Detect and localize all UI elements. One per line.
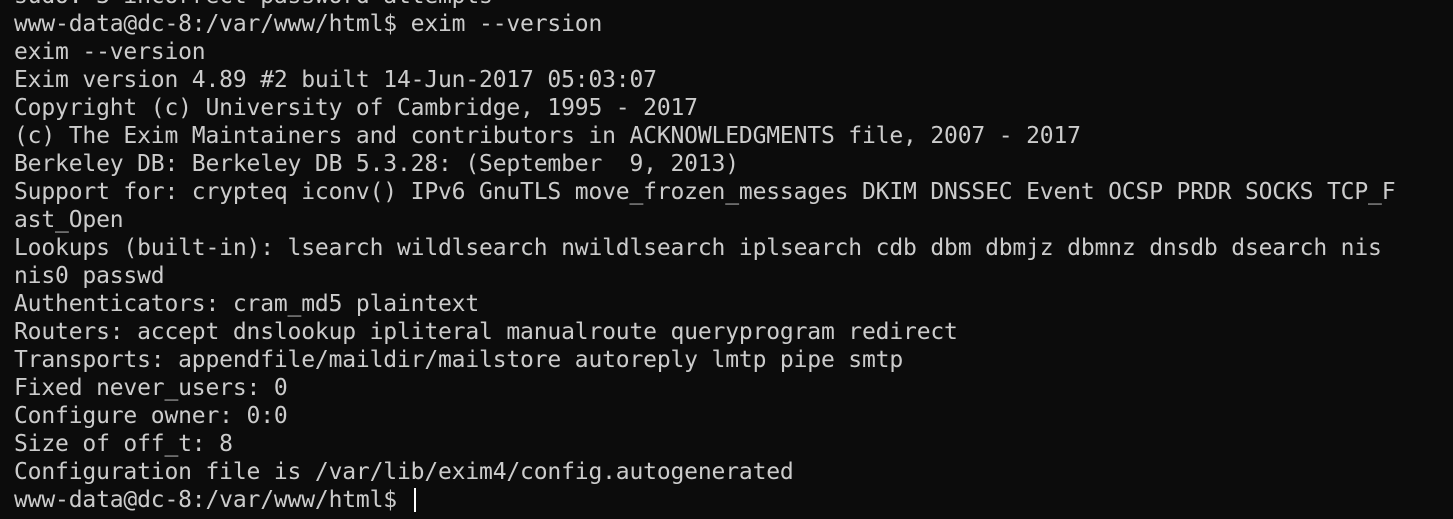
output-line: Exim version 4.89 #2 built 14-Jun-2017 0… bbox=[14, 67, 657, 93]
output-line: Berkeley DB: Berkeley DB 5.3.28: (Septem… bbox=[14, 151, 739, 177]
active-prompt-line[interactable]: www-data@dc-8:/var/www/html$ bbox=[14, 486, 1395, 514]
output-line: (c) The Exim Maintainers and contributor… bbox=[14, 123, 1081, 149]
shell-prompt: www-data@dc-8:/var/www/html$ bbox=[14, 487, 411, 513]
output-line: Transports: appendfile/maildir/mailstore… bbox=[14, 347, 904, 373]
output-line: exim --version bbox=[14, 39, 206, 65]
output-line: Support for: crypteq iconv() IPv6 GnuTLS… bbox=[14, 179, 1396, 205]
output-line: sudo: 3 incorrect password attempts bbox=[14, 0, 1395, 10]
output-line: nis0 passwd bbox=[14, 263, 165, 289]
output-line: Configure owner: 0:0 bbox=[14, 403, 288, 429]
output-line: Copyright (c) University of Cambridge, 1… bbox=[14, 95, 698, 121]
output-line: Lookups (built-in): lsearch wildlsearch … bbox=[14, 235, 1382, 261]
output-line: Authenticators: cram_md5 plaintext bbox=[14, 291, 480, 317]
terminal-window[interactable]: sudo: 3 incorrect password attempts www-… bbox=[0, 0, 1453, 519]
output-line: Fixed never_users: 0 bbox=[14, 375, 288, 401]
terminal-output: sudo: 3 incorrect password attempts www-… bbox=[14, 0, 1396, 514]
command-line: www-data@dc-8:/var/www/html$ exim --vers… bbox=[14, 11, 603, 37]
output-line: Routers: accept dnslookup ipliteral manu… bbox=[14, 319, 958, 345]
output-line: ast_Open bbox=[14, 207, 124, 233]
text-cursor bbox=[413, 488, 416, 512]
output-line: Configuration file is /var/lib/exim4/con… bbox=[14, 459, 794, 485]
output-line: Size of off_t: 8 bbox=[14, 431, 233, 457]
